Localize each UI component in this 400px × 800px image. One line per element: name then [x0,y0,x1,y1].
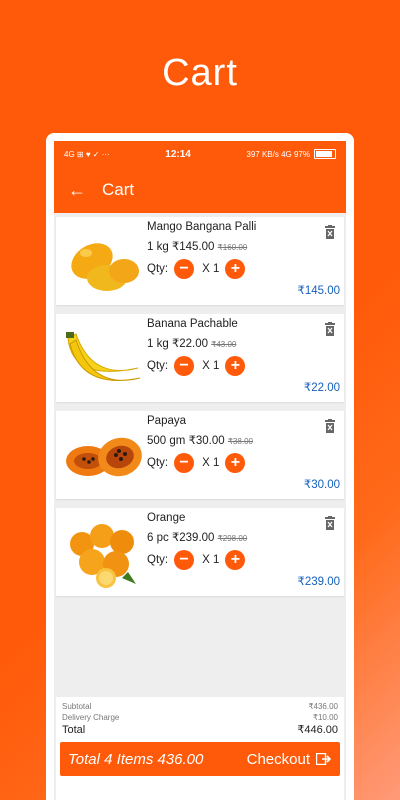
total-row: Total ₹446.00 [56,723,344,737]
qty-label: Qty: [147,554,169,566]
orange-image [70,524,136,588]
total-value: ₹446.00 [297,724,338,736]
status-left-icons: 4G ⊞ ♥ ✓ ··· [64,149,110,159]
increase-button[interactable]: + [225,550,246,570]
line-total: ₹239.00 [297,576,341,588]
checkout-bar[interactable]: Total 4 Items 436.00 Checkout [60,742,340,776]
qty-value: X 1 [202,263,220,275]
product-unit: 1 kg [147,241,169,253]
product-price-row: 1 kg ₹145.00 ₹160.00 [147,239,247,253]
product-name: Papaya [147,415,187,427]
delivery-value: ₹10.00 [312,713,338,722]
checkout-label: Checkout [246,750,310,768]
product-price: ₹145.00 [171,241,215,253]
line-total: ₹145.00 [297,285,341,297]
subtotal-row: Subtotal ₹436.00 [56,701,344,712]
decrease-button[interactable]: − [174,550,195,570]
line-total: ₹22.00 [303,382,340,394]
status-right-info: 397 KB/s 4G 97% [246,149,310,159]
product-price-row: 500 gm ₹30.00 ₹38.00 [147,433,253,447]
product-unit: 500 gm [147,435,186,447]
quantity-stepper: Qty: − X 1 + [147,259,246,279]
cart-item-orange: Orange 6 pc ₹239.00 ₹298.00 Qty: − X 1 + [56,508,344,596]
qty-value: X 1 [202,554,220,566]
quantity-stepper: Qty: − X 1 + [147,356,246,376]
screen: 4G ⊞ ♥ ✓ ··· 12:14 397 KB/s 4G 97% ← Car… [54,141,346,800]
product-price: ₹239.00 [171,532,215,544]
cart-item-banana: Banana Pachable 1 kg ₹22.00 ₹43.00 Qty: … [56,314,344,402]
quantity-stepper: Qty: − X 1 + [147,453,246,473]
product-name: Banana Pachable [147,318,238,330]
product-price: ₹22.00 [171,338,209,350]
exit-arrow-icon [316,753,332,765]
decrease-button[interactable]: − [174,259,195,279]
total-label: Total [62,724,86,736]
product-name: Mango Bangana Palli [147,221,257,233]
qty-label: Qty: [147,457,169,469]
battery-icon [313,149,336,159]
product-name: Orange [147,512,186,524]
product-mrp: ₹43.00 [211,340,237,349]
decrease-button[interactable]: − [174,453,195,473]
product-price: ₹30.00 [188,435,225,447]
product-unit: 6 pc [147,532,169,544]
app-bar: ← Cart [54,167,346,213]
back-arrow-icon[interactable]: ← [68,180,102,201]
increase-button[interactable]: + [225,259,246,279]
quantity-stepper: Qty: − X 1 + [147,550,246,570]
qty-value: X 1 [202,457,220,469]
banana-image [66,332,141,381]
product-price-row: 1 kg ₹22.00 ₹43.00 [147,336,236,350]
subtotal-label: Subtotal [62,702,92,711]
product-mrp: ₹298.00 [217,534,248,543]
product-mrp: ₹38.00 [227,437,253,446]
page-title: Cart [102,180,135,199]
qty-label: Qty: [147,263,169,275]
order-summary: Subtotal ₹436.00 Delivery Charge ₹10.00 … [56,697,344,800]
delete-icon[interactable] [324,516,336,530]
delete-icon[interactable] [324,322,336,336]
increase-button[interactable]: + [225,356,246,376]
delivery-label: Delivery Charge [62,713,120,722]
delete-icon[interactable] [324,225,336,239]
decrease-button[interactable]: − [174,356,195,376]
increase-button[interactable]: + [225,453,246,473]
delete-icon[interactable] [324,419,336,433]
delivery-row: Delivery Charge ₹10.00 [56,712,344,723]
cart-item-mango: Mango Bangana Palli 1 kg ₹145.00 ₹160.00… [56,217,344,305]
mango-image [71,243,139,291]
phone-frame: 4G ⊞ ♥ ✓ ··· 12:14 397 KB/s 4G 97% ← Car… [46,133,354,800]
cart-item-papaya: Papaya 500 gm ₹30.00 ₹38.00 Qty: − X 1 + [56,411,344,499]
line-total: ₹30.00 [303,479,340,491]
status-bar: 4G ⊞ ♥ ✓ ··· 12:14 397 KB/s 4G 97% [54,141,346,167]
product-mrp: ₹160.00 [217,243,248,252]
status-time: 12:14 [165,148,191,160]
checkout-button[interactable]: Checkout [247,751,332,768]
promo-title: Cart [162,52,238,94]
subtotal-value: ₹436.00 [308,702,338,711]
product-price-row: 6 pc ₹239.00 ₹298.00 [147,530,247,544]
status-right: 397 KB/s 4G 97% [246,149,336,159]
qty-value: X 1 [202,360,220,372]
papaya-image [66,437,142,477]
items-total-text: Total 4 Items 436.00 [68,750,204,768]
product-unit: 1 kg [147,338,169,350]
qty-label: Qty: [147,360,169,372]
cart-list: Mango Bangana Palli 1 kg ₹145.00 ₹160.00… [54,213,346,596]
